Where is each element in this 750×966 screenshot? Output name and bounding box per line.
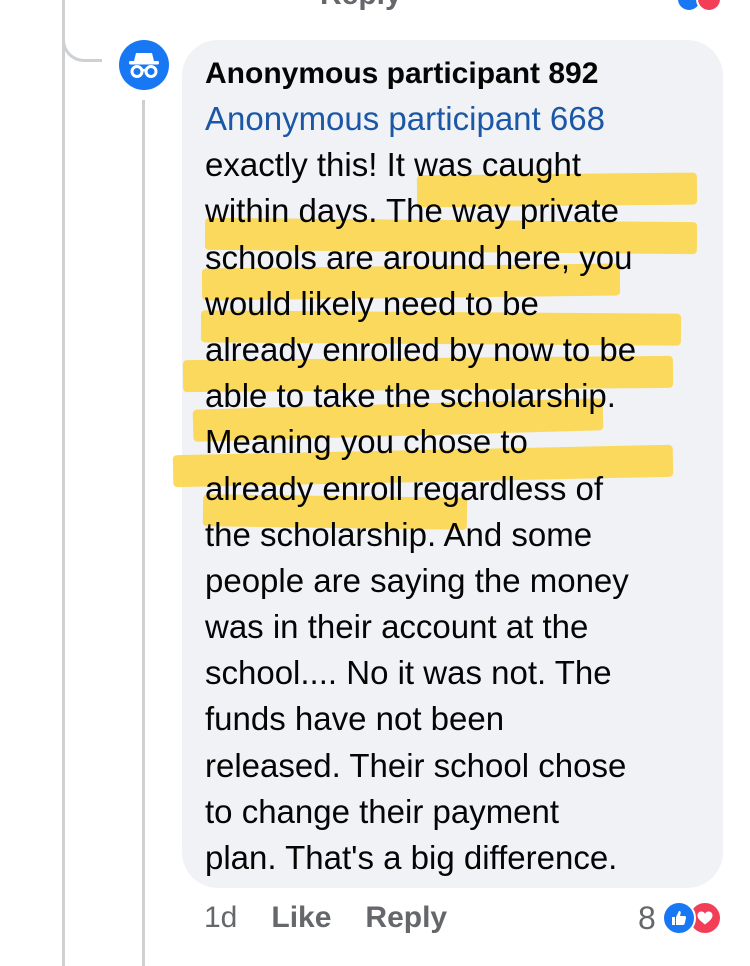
comment-line: released. Their school chose <box>205 746 627 784</box>
comment-line: to change their payment <box>205 792 560 830</box>
comment-line: was in their account at the <box>205 608 589 646</box>
comment-line: school.... No it was not. The <box>205 654 612 692</box>
comment-timestamp[interactable]: 1d <box>204 901 237 935</box>
comment-line: already enrolled by now to be <box>205 330 637 368</box>
comment-line: exactly this! It was caught <box>205 146 582 184</box>
reply-button[interactable]: Reply <box>365 901 447 935</box>
comment-body: Anonymous participant 668 exactly this! … <box>172 96 723 881</box>
like-button[interactable]: Like <box>271 901 331 935</box>
anonymous-avatar[interactable] <box>119 40 169 90</box>
comment-line: plan. That's a big difference. <box>205 839 618 876</box>
comment-line: able to take the scholarship. <box>205 377 616 415</box>
comment-mention[interactable]: Anonymous participant 668 <box>205 96 723 142</box>
love-icon <box>696 0 722 12</box>
comment-line: already enroll regardless of <box>205 469 604 507</box>
comment-line: the scholarship. And some <box>205 515 593 553</box>
thread-connector-curve <box>62 0 102 62</box>
comment-line: Meaning you chose to <box>205 423 528 461</box>
comment-line: would likely need to be <box>205 284 539 322</box>
comment-actions: 1d Like Reply <box>204 896 447 940</box>
incognito-icon <box>129 53 159 78</box>
comment-line: funds have not been <box>205 700 505 738</box>
comment-line: people are saying the money <box>205 561 629 599</box>
comment-author[interactable]: Anonymous participant 892 <box>205 54 723 94</box>
reaction-summary[interactable]: 8 <box>638 896 722 940</box>
thread-line-inner <box>142 100 145 966</box>
reaction-count: 8 <box>638 899 656 936</box>
like-icon <box>661 901 696 935</box>
thread-line-outer <box>62 0 65 966</box>
comment-line: within days. The way private <box>205 192 619 230</box>
comment-line: schools are around here, you <box>205 238 633 276</box>
previous-reply-link-fragment[interactable]: Reply <box>320 0 402 12</box>
comment-bubble: Anonymous participant 892 Anonymous part… <box>172 40 723 888</box>
previous-reactions-fragment <box>676 0 736 12</box>
